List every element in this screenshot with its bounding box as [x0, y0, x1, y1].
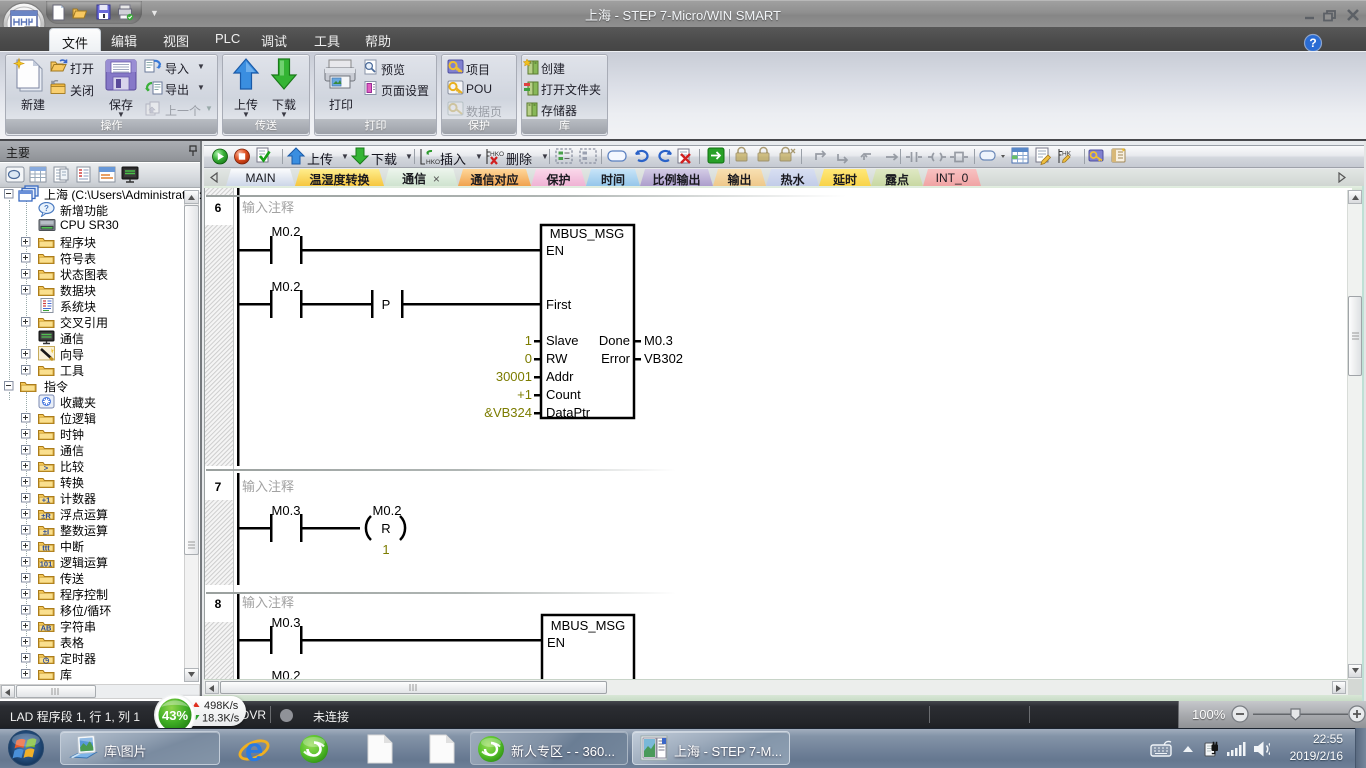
svg-text:±I: ±I — [43, 528, 49, 537]
svg-text:>: > — [44, 464, 49, 473]
svg-text:M0.2: M0.2 — [272, 668, 301, 679]
svg-text:?: ? — [1309, 36, 1316, 50]
svg-text:1: 1 — [525, 333, 532, 348]
svg-text:30001: 30001 — [496, 369, 532, 384]
svg-text:1: 1 — [382, 542, 389, 557]
svg-text:P: P — [382, 297, 391, 312]
svg-text:HKO: HKO — [426, 159, 440, 166]
svg-text:498K/s: 498K/s — [204, 700, 239, 712]
svg-text:43%: 43% — [162, 708, 188, 723]
svg-text:101: 101 — [40, 560, 53, 569]
svg-text:e: e — [245, 732, 263, 766]
svg-text:M0.3: M0.3 — [644, 333, 673, 348]
svg-text:ttt: ttt — [42, 544, 50, 553]
svg-text:MBUS_MSG: MBUS_MSG — [550, 226, 624, 241]
svg-text:DataPtr: DataPtr — [546, 405, 591, 420]
svg-text:M0.2: M0.2 — [272, 279, 301, 294]
svg-text:RW: RW — [546, 351, 568, 366]
svg-text:MBUS_MSG: MBUS_MSG — [551, 618, 625, 633]
svg-text:输入注释: 输入注释 — [242, 200, 294, 215]
svg-text:AB: AB — [41, 624, 52, 633]
svg-text:0: 0 — [525, 351, 532, 366]
svg-text:Error: Error — [601, 351, 631, 366]
svg-text:◷: ◷ — [43, 656, 50, 665]
svg-text:输入注释: 输入注释 — [242, 595, 294, 610]
svg-text:R: R — [381, 521, 390, 536]
svg-text:&VB324: &VB324 — [484, 405, 532, 420]
svg-text:Count: Count — [546, 387, 581, 402]
svg-text:M0.2: M0.2 — [373, 503, 402, 518]
svg-text:6: 6 — [215, 201, 222, 215]
svg-text:EN: EN — [546, 243, 564, 258]
svg-text:+1: +1 — [42, 496, 51, 505]
svg-text:First: First — [546, 297, 572, 312]
svg-text:Addr: Addr — [546, 369, 574, 384]
svg-text:±R: ±R — [41, 512, 51, 521]
svg-text:8: 8 — [215, 597, 222, 611]
svg-text:输入注释: 输入注释 — [242, 479, 294, 494]
svg-text:Slave: Slave — [546, 333, 579, 348]
svg-text:M0.2: M0.2 — [272, 224, 301, 239]
svg-text:M0.3: M0.3 — [272, 615, 301, 630]
svg-text:?: ? — [44, 204, 49, 213]
svg-text:+1: +1 — [517, 387, 532, 402]
svg-text:7: 7 — [215, 480, 222, 494]
svg-text:Done: Done — [599, 333, 630, 348]
svg-text:18.3K/s: 18.3K/s — [202, 713, 240, 725]
svg-text:VB302: VB302 — [644, 351, 683, 366]
svg-text:M0.3: M0.3 — [272, 503, 301, 518]
svg-text:EN: EN — [547, 635, 565, 650]
